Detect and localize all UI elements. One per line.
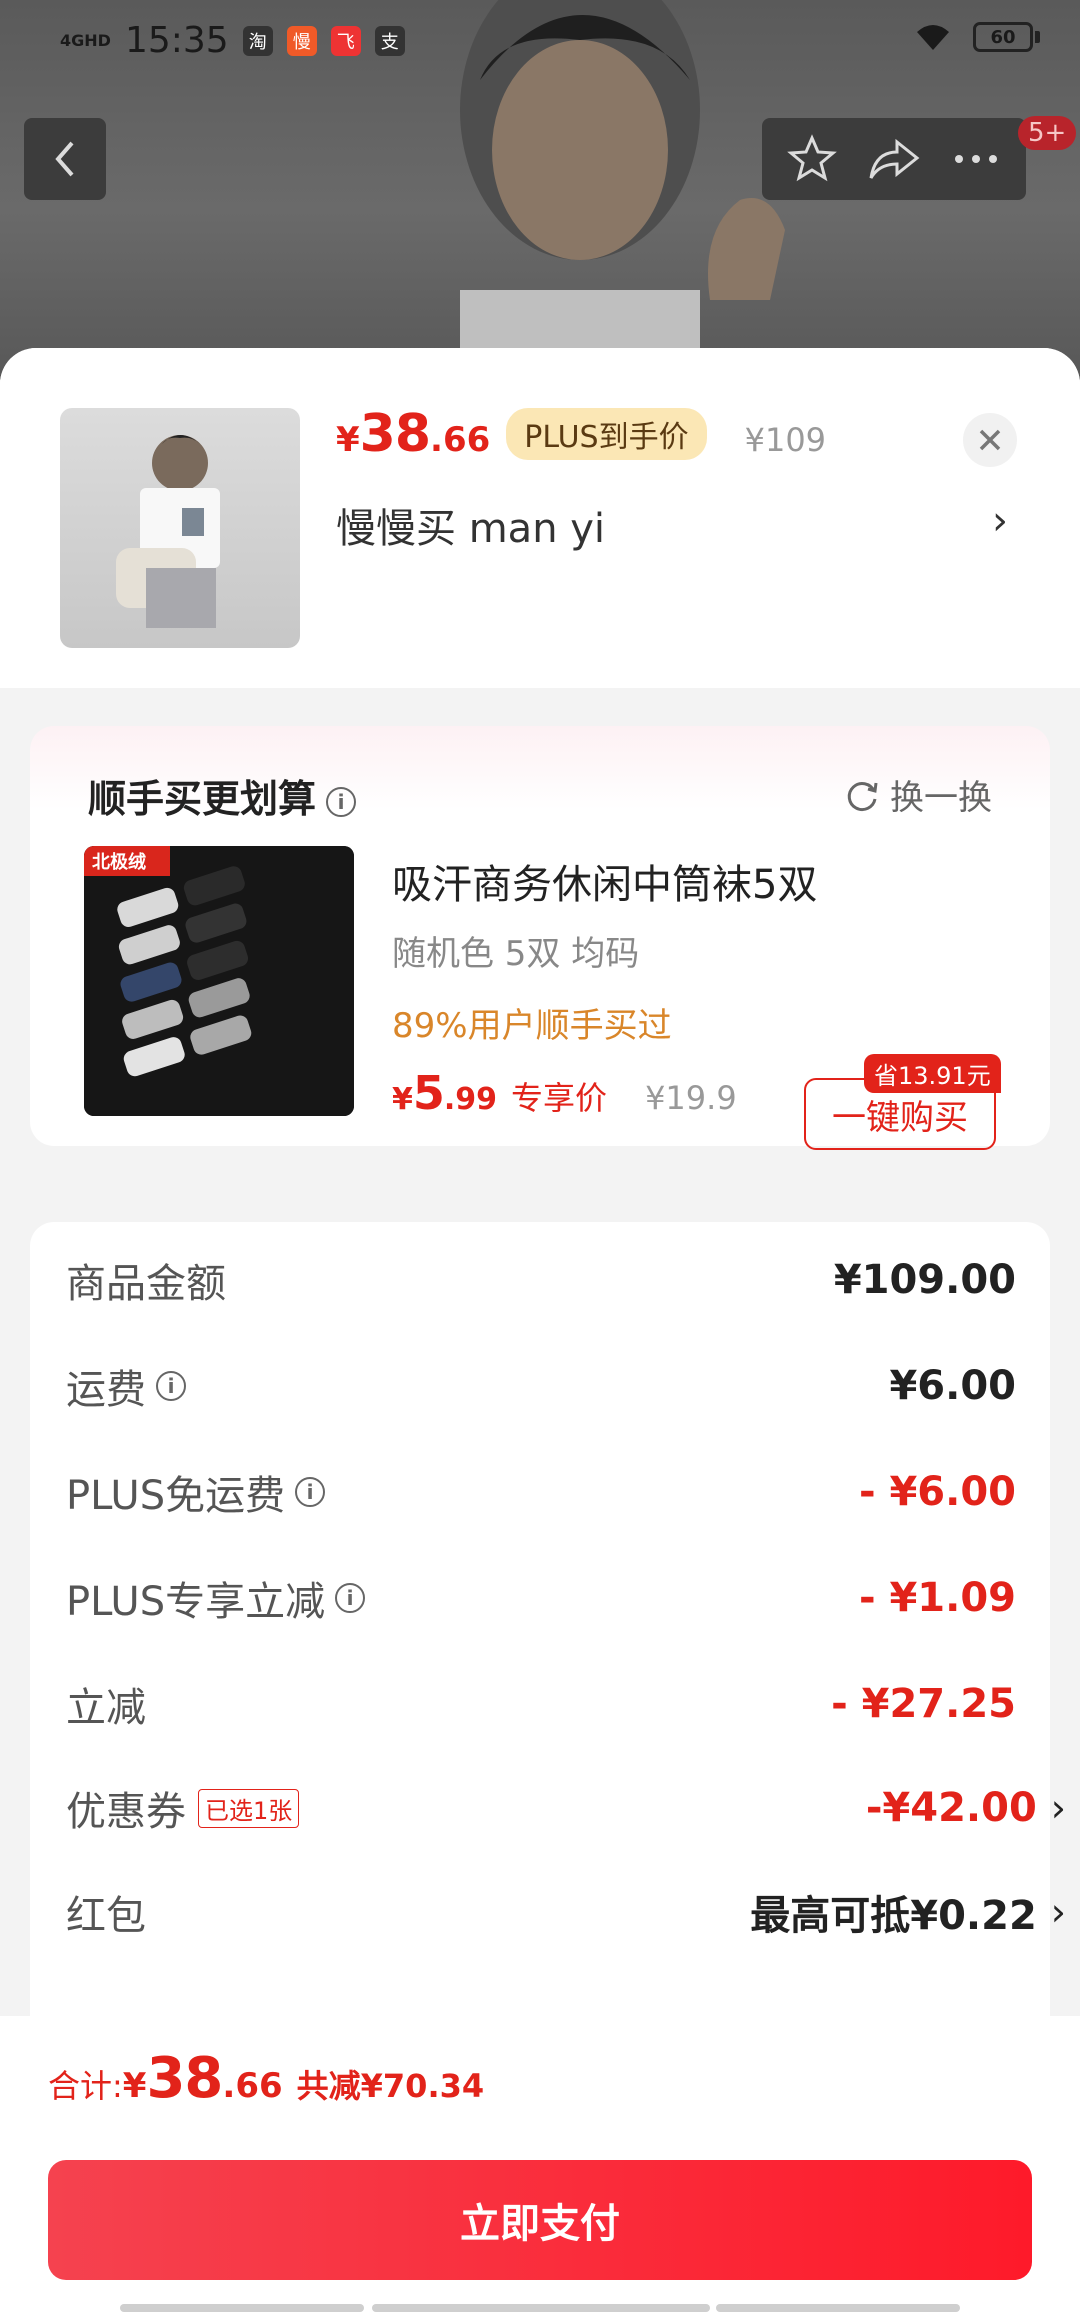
row-value: - ¥6.00 [858,1469,1016,1515]
upsell-card: 顺手买更划算 i 换一换 北极绒 吸汗商务休闲中筒袜5双 随机色 5双 均码 8… [30,726,1050,1150]
info-icon[interactable]: i [156,1371,186,1401]
total-row: 合计: ¥ 38 .66 共减¥70.34 [48,2046,484,2111]
gesture-bar [120,2304,364,2312]
total-label: 合计: [48,2067,123,2105]
product-price-row: ¥ 38 .66 PLUS到手价 ¥109 [336,404,826,464]
wifi-icon [917,25,949,50]
socks-product-image[interactable]: 北极绒 [84,846,354,1116]
chevron-right-icon: › [1050,1890,1066,1934]
shop-name[interactable]: 慢慢买 man yi [336,496,605,554]
clock: 15:35 [124,20,229,61]
save-amount-badge: 省13.91元 [864,1054,1001,1093]
price-breakdown: 商品金额 ¥109.00 运费 i ¥6.00 PLUS免运费 i - ¥6.00 … [30,1222,1066,2022]
socks-photo: 北极绒 [84,846,354,1116]
star-icon[interactable] [787,134,837,184]
row-value: 最高可抵¥0.22 [750,1893,1037,1939]
gesture-bar [716,2304,960,2312]
row-label: 优惠券 [66,1789,186,1835]
info-icon[interactable]: i [335,1583,366,1613]
taobao-app-icon: 淘 [242,25,273,56]
row-value: - ¥1.09 [858,1575,1016,1621]
row-red-packet[interactable]: 红包 最高可抵¥0.22 › [66,1882,1066,1942]
feizhu-app-icon: 飞 [330,25,361,56]
row-label: 红包 [66,1893,146,1939]
checkout-footer: 合计: ¥ 38 .66 共减¥70.34 立即支付 [0,2016,1080,2316]
total-saved: 共减¥70.34 [296,2067,485,2105]
upsell-price-integer: 5 [412,1066,445,1120]
row-plus-discount: PLUS专享立减 i - ¥1.09 [66,1568,1016,1628]
product-thumbnail [60,408,300,648]
info-icon[interactable]: i [295,1477,326,1507]
price-currency: ¥ [336,420,360,460]
product-summary-card: ¥ 38 .66 PLUS到手价 ¥109 慢慢买 man yi › [0,348,1080,688]
alipay-app-icon: 支 [374,25,405,56]
row-item-total: 商品金额 ¥109.00 [66,1250,1016,1310]
upsell-item-spec: 随机色 5双 均码 [392,934,640,974]
row-label: 商品金额 [66,1261,226,1307]
plus-price-tag: PLUS到手价 [506,408,707,460]
row-value: ¥109.00 [833,1257,1016,1303]
row-plus-free-shipping: PLUS免运费 i - ¥6.00 [66,1462,1016,1522]
row-label: PLUS专享立减 [66,1579,326,1625]
upsell-item-name[interactable]: 吸汗商务休闲中筒袜5双 [392,852,817,910]
chevron-left-icon [55,141,74,177]
upsell-price-label: 专享价 [511,1079,608,1117]
upsell-title: 顺手买更划算 [88,777,317,821]
back-button[interactable] [24,118,106,200]
refresh-icon [847,781,878,811]
close-button[interactable] [962,412,1018,472]
row-instant-discount: 立减 - ¥27.25 [66,1674,1016,1734]
row-value: ¥6.00 [889,1363,1016,1409]
product-photo [116,435,220,628]
chevron-right-icon: › [1050,1786,1066,1830]
upsell-price-currency: ¥ [392,1082,413,1117]
price-integer: 38 [359,404,431,464]
share-icon[interactable] [867,134,921,184]
swap-button[interactable]: 换一换 [844,770,992,819]
upsell-price-decimal: .99 [443,1082,498,1117]
original-price: ¥109 [744,421,827,459]
total-currency: ¥ [122,2066,147,2106]
hand-photo [708,198,785,300]
more-icon[interactable] [951,149,1001,169]
row-label: 运费 [66,1367,146,1413]
upsell-bought-rate: 89%用户顺手买过 [392,1006,672,1046]
row-value: -¥42.00 [865,1785,1037,1831]
upsell-original-price: ¥19.9 [645,1079,737,1117]
status-bar: 4GHD 15:35 淘 慢 飞 支 60 [0,0,1080,86]
message-count-badge: 5+ [1018,116,1077,150]
manmanmai-app-icon: 慢 [286,25,317,56]
row-value: - ¥27.25 [831,1681,1016,1727]
gesture-bar [372,2304,710,2312]
pay-now-button[interactable]: 立即支付 [48,2160,1032,2280]
total-decimal: .66 [222,2066,283,2106]
total-integer: 38 [146,2046,223,2111]
row-coupon[interactable]: 优惠券 已选1张 -¥42.00 › [66,1778,1066,1838]
upsell-price-row: ¥ 5 .99 专享价 ¥19.9 [392,1066,737,1120]
row-label: PLUS免运费 [66,1473,286,1519]
price-decimal: .66 [430,420,491,460]
row-shipping: 运费 i ¥6.00 [66,1356,1016,1416]
close-icon [963,413,1017,467]
info-icon[interactable]: i [326,786,357,817]
brand-logo: 北极绒 [92,851,146,873]
network-indicator: 4GHD [60,30,111,50]
battery-indicator: 60 [973,22,1033,52]
battery-tip [1035,31,1040,43]
top-actions [762,118,1026,200]
row-label: 立减 [66,1685,146,1731]
coupon-selected-tag: 已选1张 [198,1788,300,1828]
shop-arrow-icon[interactable]: › [992,498,1008,544]
swap-label: 换一换 [890,778,992,818]
